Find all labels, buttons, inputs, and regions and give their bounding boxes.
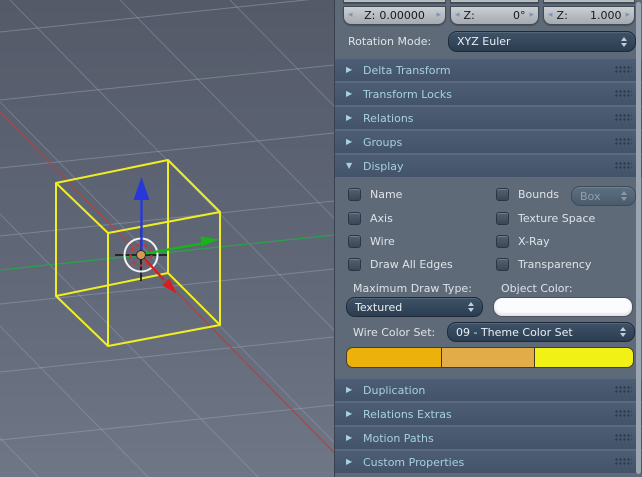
section-label: Groups bbox=[363, 136, 402, 149]
rotation-mode-dropdown[interactable]: XYZ Euler bbox=[448, 31, 636, 52]
checkbox-texture-space-label: Texture Space bbox=[518, 212, 595, 225]
panel-grip-icon[interactable] bbox=[615, 162, 632, 170]
panel-grip-icon[interactable] bbox=[615, 90, 632, 98]
section-label: Transform Locks bbox=[363, 88, 452, 101]
number-field-stub bbox=[450, 0, 539, 4]
max-draw-type-label: Maximum Draw Type: bbox=[353, 282, 472, 295]
section-relations[interactable]: ▶ Relations bbox=[335, 106, 642, 129]
rotation-z-field[interactable]: ◂ Z: 0° ▸ bbox=[450, 6, 539, 25]
updown-arrows-icon bbox=[621, 191, 627, 201]
checkbox-draw-all-edges[interactable] bbox=[348, 258, 361, 271]
section-label: Duplication bbox=[363, 384, 425, 397]
section-label: Relations Extras bbox=[363, 408, 452, 421]
wire-color-swatch-2[interactable] bbox=[441, 348, 533, 367]
section-label: Custom Properties bbox=[363, 456, 464, 469]
field-value: 0.00000 bbox=[379, 9, 425, 22]
object-color-swatch[interactable] bbox=[493, 297, 633, 317]
section-relations-extras[interactable]: ▶ Relations Extras bbox=[335, 402, 642, 425]
checkbox-xray[interactable] bbox=[496, 235, 509, 248]
field-value: 1.000 bbox=[590, 9, 622, 22]
increment-arrow-icon[interactable]: ▸ bbox=[625, 11, 630, 20]
object-color-label: Object Color: bbox=[501, 282, 573, 295]
section-label: Delta Transform bbox=[363, 64, 451, 77]
updown-arrows-icon bbox=[468, 302, 474, 312]
checkbox-transparency[interactable] bbox=[496, 258, 509, 271]
updown-arrows-icon bbox=[620, 327, 626, 337]
wire-color-swatch-1[interactable] bbox=[347, 348, 441, 367]
bounds-type-value: Box bbox=[580, 190, 615, 203]
max-draw-type-value: Textured bbox=[355, 301, 462, 314]
field-value: 0° bbox=[513, 9, 526, 22]
panel-grip-icon[interactable] bbox=[615, 66, 632, 74]
section-label: Display bbox=[363, 160, 404, 173]
transform-gizmo[interactable] bbox=[134, 177, 220, 294]
bounds-type-dropdown[interactable]: Box bbox=[571, 186, 636, 206]
checkbox-wire-label: Wire bbox=[370, 235, 395, 248]
section-custom-properties[interactable]: ▶ Custom Properties bbox=[335, 450, 642, 473]
rotation-mode-label: Rotation Mode: bbox=[348, 35, 431, 48]
checkbox-axis[interactable] bbox=[348, 212, 361, 225]
checkbox-bounds-label: Bounds bbox=[518, 188, 559, 201]
expand-arrow-icon: ▶ bbox=[346, 434, 355, 442]
panel-grip-icon[interactable] bbox=[615, 114, 632, 122]
expand-arrow-icon: ▶ bbox=[346, 114, 355, 122]
wire-color-set-value: 09 - Theme Color Set bbox=[456, 326, 614, 339]
checkbox-draw-all-edges-label: Draw All Edges bbox=[370, 258, 453, 271]
panel-grip-icon[interactable] bbox=[615, 458, 632, 466]
checkbox-bounds[interactable] bbox=[496, 188, 509, 201]
wire-color-swatch-row bbox=[346, 347, 634, 368]
section-display[interactable]: ▼ Display bbox=[335, 154, 642, 177]
expand-arrow-icon: ▶ bbox=[346, 66, 355, 74]
checkbox-transparency-label: Transparency bbox=[518, 258, 591, 271]
section-groups[interactable]: ▶ Groups bbox=[335, 130, 642, 153]
wire-color-swatch-3[interactable] bbox=[534, 348, 633, 367]
collapse-arrow-icon: ▼ bbox=[346, 162, 355, 170]
increment-arrow-icon[interactable]: ▸ bbox=[529, 11, 534, 20]
section-label: Motion Paths bbox=[363, 432, 434, 445]
panel-grip-icon[interactable] bbox=[615, 138, 632, 146]
increment-arrow-icon[interactable]: ▸ bbox=[436, 11, 441, 20]
wire-color-set-label: Wire Color Set: bbox=[353, 326, 435, 339]
rotation-mode-value: XYZ Euler bbox=[457, 35, 615, 48]
panel-grip-icon[interactable] bbox=[615, 434, 632, 442]
location-z-field[interactable]: ◂ Z: 0.00000 ▸ bbox=[343, 6, 446, 25]
checkbox-name[interactable] bbox=[348, 188, 361, 201]
object-origin-dot bbox=[137, 251, 146, 260]
field-label: Z: bbox=[364, 9, 375, 22]
number-field-stub bbox=[543, 0, 635, 4]
updown-arrows-icon bbox=[621, 37, 627, 47]
checkbox-texture-space[interactable] bbox=[496, 212, 509, 225]
expand-arrow-icon: ▶ bbox=[346, 138, 355, 146]
panel-grip-icon[interactable] bbox=[615, 410, 632, 418]
checkbox-wire[interactable] bbox=[348, 235, 361, 248]
expand-arrow-icon: ▶ bbox=[346, 410, 355, 418]
checkbox-name-label: Name bbox=[370, 188, 402, 201]
max-draw-type-dropdown[interactable]: Textured bbox=[346, 297, 483, 317]
viewport-scene bbox=[0, 0, 334, 477]
field-label: Z: bbox=[464, 9, 475, 22]
field-label: Z: bbox=[557, 9, 568, 22]
section-motion-paths[interactable]: ▶ Motion Paths bbox=[335, 426, 642, 449]
section-label: Relations bbox=[363, 112, 414, 125]
expand-arrow-icon: ▶ bbox=[346, 458, 355, 466]
section-duplication[interactable]: ▶ Duplication bbox=[335, 378, 642, 401]
expand-arrow-icon: ▶ bbox=[346, 90, 355, 98]
section-transform-locks[interactable]: ▶ Transform Locks bbox=[335, 82, 642, 105]
scale-z-field[interactable]: ◂ Z: 1.000 ▸ bbox=[543, 6, 635, 25]
checkbox-axis-label: Axis bbox=[370, 212, 393, 225]
number-field-stub bbox=[343, 0, 446, 4]
panel-grip-icon[interactable] bbox=[615, 386, 632, 394]
section-delta-transform[interactable]: ▶ Delta Transform bbox=[335, 58, 642, 81]
wire-color-set-dropdown[interactable]: 09 - Theme Color Set bbox=[447, 322, 635, 342]
panel-scrollbar[interactable] bbox=[636, 2, 641, 474]
expand-arrow-icon: ▶ bbox=[346, 386, 355, 394]
3d-viewport[interactable] bbox=[0, 0, 334, 477]
checkbox-xray-label: X-Ray bbox=[518, 235, 550, 248]
properties-panel: ◂ Z: 0.00000 ▸ ◂ Z: 0° ▸ ◂ Z: 1.000 ▸ Ro… bbox=[334, 0, 642, 477]
